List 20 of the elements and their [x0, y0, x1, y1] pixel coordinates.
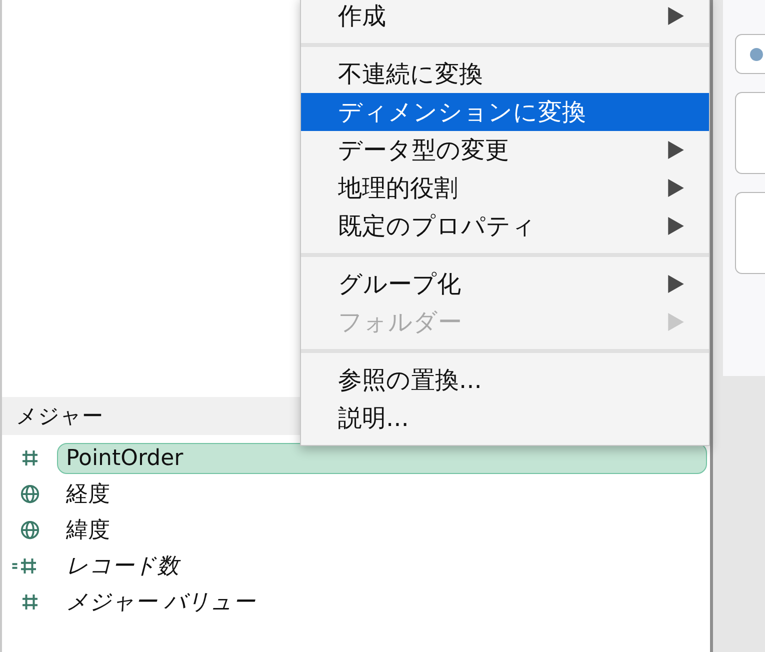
dot-icon	[750, 48, 763, 60]
number-icon	[20, 592, 40, 612]
menu-item[interactable]: 不連続に変換	[301, 55, 709, 93]
number-icon	[20, 448, 40, 468]
globe-icon	[20, 484, 40, 504]
menu-item[interactable]: データ型の変更	[301, 131, 709, 169]
field-item[interactable]: レコード数	[57, 548, 188, 584]
field-item[interactable]: 経度	[57, 476, 119, 512]
menu-item[interactable]: グループ化	[301, 265, 709, 303]
menu-item[interactable]: 既定のプロパティ	[301, 207, 709, 245]
field-pill[interactable]: PointOrder	[57, 442, 707, 474]
section-title: メジャー	[16, 403, 103, 430]
menu-item[interactable]: ディメンションに変換	[301, 93, 709, 131]
menu-item[interactable]: 説明...	[301, 399, 709, 437]
field-item[interactable]: 緯度	[57, 512, 119, 548]
menu-item[interactable]: 参照の置換...	[301, 361, 709, 399]
menu-item[interactable]: 地理的役割	[301, 169, 709, 207]
field-item[interactable]: メジャー バリュー	[57, 584, 264, 620]
globe-icon	[20, 520, 40, 540]
menu-item[interactable]: 作成	[301, 0, 709, 35]
